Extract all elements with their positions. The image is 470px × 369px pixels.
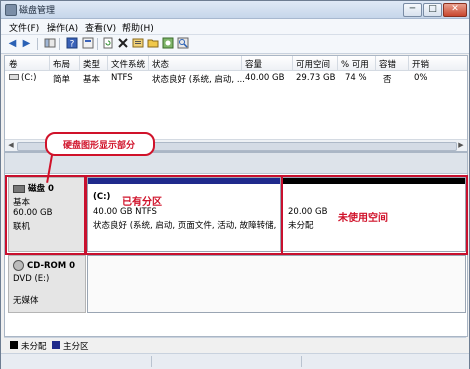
column-divider[interactable] [375, 56, 376, 70]
column-header-layout[interactable]: 布局 [53, 58, 70, 70]
column-header-capacity[interactable]: 容量 [245, 58, 262, 70]
column-header-percent-free[interactable]: % 可用 [341, 58, 369, 70]
close-button[interactable]: ✕ [443, 3, 467, 17]
column-divider[interactable] [408, 56, 409, 70]
menu-action[interactable]: 操作(A) [47, 21, 78, 34]
column-divider[interactable] [337, 56, 338, 70]
annotation-box-disk-label [5, 175, 86, 255]
cell-capacity: 40.00 GB [245, 73, 285, 83]
disk-management-window: 磁盘管理 ─ □ ✕ 文件(F) 操作(A) 查看(V) 帮助(H) ◀ ▶ ? [0, 0, 470, 369]
toolbar-separator [97, 38, 98, 50]
cdrom-0-name: CD-ROM 0 [27, 261, 76, 271]
toolbar: ◀ ▶ ? [1, 35, 469, 54]
cdrom-0-label[interactable]: CD-ROM 0 DVD (E:) 无媒体 [8, 255, 86, 313]
column-header-filesystem[interactable]: 文件系统 [111, 58, 145, 70]
cdrom-0-drive: DVD (E:) [13, 274, 50, 284]
status-bar-divider [151, 356, 152, 367]
cd-icon [13, 260, 24, 271]
forward-button[interactable]: ▶ [20, 37, 33, 50]
volume-list-header: 卷 布局 类型 文件系统 状态 容量 可用空间 % 可用 容错 开销 [5, 56, 467, 71]
cell-fault-tolerance: 否 [383, 75, 392, 85]
annotation-existing-partition: 已有分区 [122, 197, 162, 208]
legend-unallocated-swatch [10, 341, 18, 349]
menu-help[interactable]: 帮助(H) [122, 21, 154, 34]
annotation-unused-space: 未使用空间 [338, 213, 388, 224]
properties-icon[interactable] [131, 37, 144, 50]
cell-type: 基本 [83, 75, 101, 85]
zoom-icon[interactable] [176, 37, 189, 50]
cdrom-0-status: 无媒体 [13, 296, 39, 306]
cdrom-0-name-row: CD-ROM 0 [13, 260, 75, 271]
column-header-status[interactable]: 状态 [152, 58, 169, 70]
menu-file[interactable]: 文件(F) [9, 21, 39, 34]
delete-icon[interactable] [116, 37, 129, 50]
disk-graphical-view: 磁盘 0 基本 60.00 GB 联机 (C:) 40.00 GB NTFS 状… [4, 152, 468, 337]
column-divider[interactable] [292, 56, 293, 70]
cell-status: 状态良好 (系统, 启动, ... [152, 75, 245, 85]
window-title: 磁盘管理 [19, 6, 56, 16]
status-bar [1, 353, 469, 369]
cell-percent-free: 74 % [345, 73, 367, 83]
console-icon[interactable] [81, 37, 94, 50]
volume-icon [9, 73, 19, 84]
cell-layout: 简单 [53, 75, 71, 85]
help-icon[interactable]: ? [65, 37, 78, 50]
column-divider[interactable] [49, 56, 50, 70]
annotation-box-existing-partition [85, 175, 283, 255]
minimize-button[interactable]: ─ [403, 3, 422, 17]
svg-text:?: ? [69, 40, 74, 50]
cell-free-space: 29.73 GB [296, 73, 336, 83]
legend-unallocated-label: 未分配 [21, 342, 47, 352]
title-bar: 磁盘管理 ─ □ ✕ [1, 1, 469, 19]
maximize-button[interactable]: □ [423, 3, 442, 17]
annotation-callout: 硬盘图形显示部分 [45, 132, 155, 156]
toolbar-separator [59, 38, 60, 50]
console-tree-icon[interactable] [43, 37, 56, 50]
annotation-callout-text: 硬盘图形显示部分 [63, 141, 136, 151]
refresh-icon[interactable] [101, 37, 114, 50]
scroll-left-icon[interactable]: ◀ [6, 141, 16, 150]
cdrom-0-media-area[interactable] [87, 255, 466, 313]
graphical-view-top-strip [5, 153, 467, 174]
open-folder-icon[interactable] [146, 37, 159, 50]
column-header-free-space[interactable]: 可用空间 [296, 58, 330, 70]
cell-volume: (C:) [21, 73, 37, 83]
column-divider[interactable] [79, 56, 80, 70]
column-divider[interactable] [241, 56, 242, 70]
cell-filesystem: NTFS [111, 73, 133, 83]
column-divider[interactable] [148, 56, 149, 70]
scroll-right-icon[interactable]: ▶ [456, 141, 466, 150]
column-header-overhead[interactable]: 开销 [412, 58, 429, 70]
back-button[interactable]: ◀ [6, 37, 19, 50]
legend-primary-label: 主分区 [63, 342, 89, 352]
menu-view[interactable]: 查看(V) [85, 21, 116, 34]
menu-bar: 文件(F) 操作(A) 查看(V) 帮助(H) [1, 19, 469, 35]
toolbar-separator [37, 38, 38, 50]
disk-management-app-icon [5, 4, 17, 16]
cell-overhead: 0% [414, 73, 428, 83]
status-bar-divider [301, 356, 302, 367]
column-header-type[interactable]: 类型 [83, 58, 100, 70]
column-header-fault-tolerance[interactable]: 容错 [379, 58, 396, 70]
column-divider[interactable] [107, 56, 108, 70]
explore-icon[interactable] [161, 37, 174, 50]
column-header-volume[interactable]: 卷 [9, 58, 18, 70]
legend: 未分配 主分区 [4, 337, 466, 352]
legend-primary-swatch [52, 341, 60, 349]
